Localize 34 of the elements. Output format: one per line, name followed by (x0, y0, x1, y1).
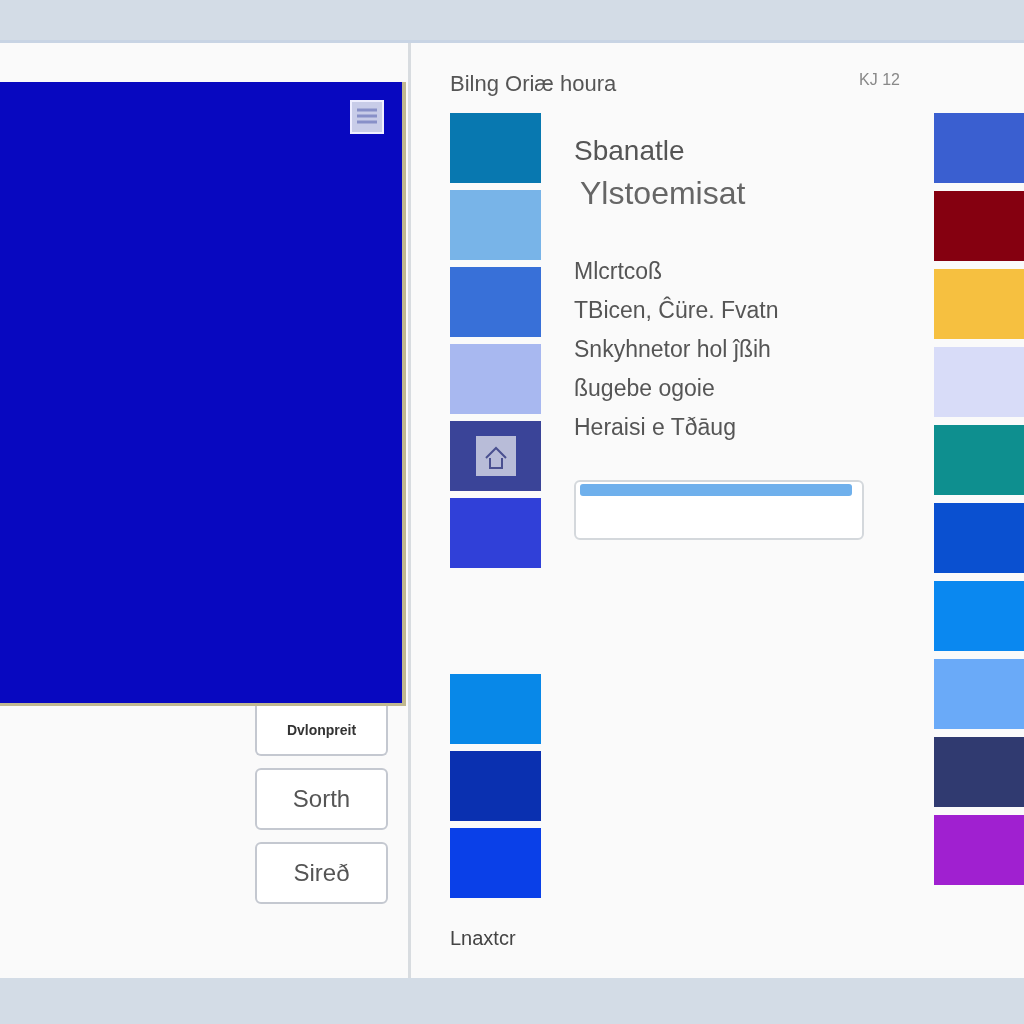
action-button[interactable]: Dvlonpreit (255, 706, 388, 756)
color-swatch[interactable] (450, 828, 541, 898)
color-swatch[interactable] (450, 190, 541, 260)
color-swatch[interactable] (934, 191, 1024, 261)
info-line: Heraisi e Tðāug (574, 413, 737, 442)
info-line: Snkyhnetor hol ĵßih (574, 335, 772, 364)
color-swatch[interactable] (450, 113, 541, 183)
color-swatch[interactable] (450, 751, 541, 821)
color-swatch[interactable] (934, 347, 1024, 417)
color-swatch[interactable] (934, 659, 1024, 729)
color-swatch[interactable] (450, 498, 541, 568)
color-swatch[interactable] (934, 815, 1024, 885)
house-icon (475, 436, 516, 476)
color-swatch[interactable] (450, 421, 541, 491)
color-swatch[interactable] (934, 113, 1024, 183)
info-line: TBicen, Ĉüre. Fvatn (574, 295, 780, 325)
info-line: Mlcrtcoß (574, 257, 664, 286)
action-button[interactable]: Sireð (255, 842, 388, 904)
color-swatch[interactable] (450, 674, 541, 744)
lines-icon (350, 100, 384, 134)
panel-code: KJ 12 (859, 71, 900, 90)
info-line: ßugebe ogoie (574, 374, 716, 403)
color-swatch[interactable] (450, 267, 541, 337)
color-swatch[interactable] (934, 269, 1024, 339)
footer-label: Lnaxtcr (450, 927, 517, 950)
action-button[interactable]: Sorth (255, 768, 388, 830)
color-swatch[interactable] (934, 425, 1024, 495)
color-swatch[interactable] (934, 503, 1024, 573)
color-swatch[interactable] (934, 581, 1024, 651)
color-swatch[interactable] (450, 344, 541, 414)
subheading: Ylstoemisat (580, 175, 747, 212)
heading: Sbanatle (574, 135, 686, 167)
color-swatch[interactable] (934, 737, 1024, 807)
panel-title: Bilng Oriæ houra (450, 71, 617, 98)
